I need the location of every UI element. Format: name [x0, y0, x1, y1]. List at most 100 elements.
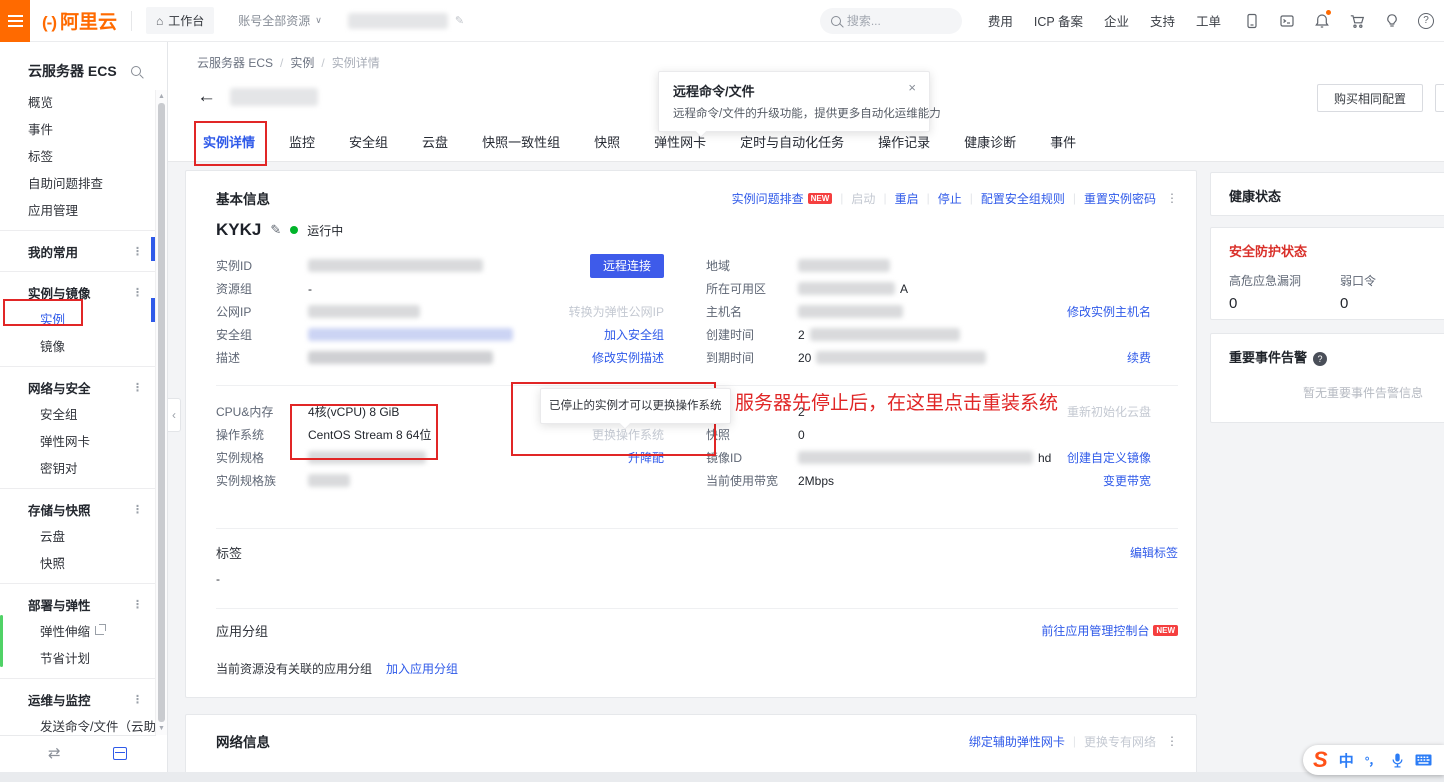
sidebar-item-disks[interactable]: 云盘 [0, 524, 155, 551]
more-actions-kebab-icon[interactable]: ⋮ [1166, 734, 1178, 748]
stop-link[interactable]: 停止 [938, 190, 962, 207]
sidebar-item-overview[interactable]: 概览 [0, 90, 155, 117]
sidebar-item-autoscaling[interactable]: 弹性伸缩 [0, 619, 155, 646]
breadcrumb-instances[interactable]: 实例 [290, 56, 314, 70]
help-icon[interactable]: ? [1418, 13, 1434, 29]
sidebar-item-tags[interactable]: 标签 [0, 144, 155, 171]
sidebar-group-deploy-elasticity[interactable]: 部署与弹性 ⋮ [0, 589, 155, 619]
join-app-group-link[interactable]: 加入应用分组 [386, 660, 458, 677]
notifications-bell-icon[interactable] [1313, 12, 1330, 29]
back-arrow-icon[interactable]: ← [197, 86, 216, 108]
more-actions-kebab-icon[interactable]: ⋮ [1166, 191, 1178, 205]
kebab-icon[interactable]: ⋮ [132, 245, 143, 258]
ime-punctuation-toggle[interactable]: °， [1365, 752, 1380, 769]
change-bandwidth-link[interactable]: 变更带宽 [1103, 472, 1151, 489]
tag-value: - [216, 572, 1196, 586]
microphone-icon[interactable] [1391, 753, 1404, 768]
goto-app-console-link[interactable]: 前往应用管理控制台 [1041, 624, 1149, 638]
edit-description-link[interactable]: 修改实例描述 [592, 349, 664, 366]
workbench-button[interactable]: ⌂ 工作台 [146, 7, 214, 34]
breadcrumb-ecs[interactable]: 云服务器 ECS [197, 56, 273, 70]
menu-item-ticket[interactable]: 工单 [1196, 11, 1221, 30]
sidebar-group-storage-snapshots[interactable]: 存储与快照 ⋮ [0, 494, 155, 524]
sidebar-scrollbar[interactable]: ▲ ▼ [155, 90, 167, 735]
sidebar-collapse-handle[interactable]: ‹ [168, 398, 181, 432]
sidebar-item-troubleshoot[interactable]: 自助问题排查 [0, 171, 155, 198]
refresh-button[interactable]: 刷新 [1435, 84, 1444, 112]
menu-item-support[interactable]: 支持 [1150, 11, 1175, 30]
sidebar-scrollbar-thumb[interactable] [158, 103, 165, 722]
lightbulb-icon[interactable] [1383, 12, 1400, 29]
sidebar-search-icon[interactable] [131, 66, 141, 76]
sidebar-item-images[interactable]: 镜像 [0, 334, 155, 361]
weak-password-label: 弱口令 [1340, 272, 1444, 289]
app-group-title: 应用分组 [216, 621, 268, 640]
renew-link[interactable]: 续费 [1127, 349, 1151, 366]
edit-hostname-link[interactable]: 修改实例主机名 [1067, 303, 1151, 320]
create-custom-image-link[interactable]: 创建自定义镜像 [1067, 449, 1151, 466]
tab-instance-detail[interactable]: 实例详情 [186, 126, 272, 161]
account-scope-dropdown[interactable]: 账号全部资源 ∨ [238, 12, 322, 29]
sidebar-group-favorites[interactable]: 我的常用 ⋮ [0, 236, 155, 266]
scroll-down-icon[interactable]: ▼ [156, 725, 167, 732]
upgrade-downgrade-link[interactable]: 升降配 [628, 449, 664, 466]
section-divider [216, 528, 1178, 529]
ime-mode-chinese[interactable]: 中 [1339, 750, 1354, 771]
sidebar-item-instances[interactable]: 实例 [0, 307, 155, 334]
scroll-up-icon[interactable]: ▲ [156, 93, 167, 100]
collapse-panel-icon[interactable] [113, 747, 127, 760]
kebab-icon[interactable]: ⋮ [132, 381, 143, 394]
sidebar-item-eni[interactable]: 弹性网卡 [0, 429, 155, 456]
tab-disk[interactable]: 云盘 [405, 126, 465, 161]
sidebar-item-savings-plan[interactable]: 节省计划 [0, 646, 155, 673]
image-id-redacted [798, 451, 1033, 464]
edit-name-pencil-icon[interactable]: ✎ [270, 222, 281, 238]
kebab-icon[interactable]: ⋮ [132, 693, 143, 706]
keyboard-icon[interactable] [1415, 754, 1432, 766]
kebab-icon[interactable]: ⋮ [132, 503, 143, 516]
remote-connect-button[interactable]: 远程连接 [590, 254, 664, 278]
mobile-app-icon[interactable] [1243, 12, 1260, 29]
sidebar-group-network-security[interactable]: 网络与安全 ⋮ [0, 372, 155, 402]
aliyun-logo-mark-icon: (-) [42, 13, 56, 33]
reboot-link[interactable]: 重启 [895, 190, 919, 207]
sogou-logo[interactable]: S [1313, 749, 1328, 771]
edit-tags-link[interactable]: 编辑标签 [1130, 544, 1178, 561]
account-edit-icon[interactable]: ✎ [455, 14, 464, 27]
configure-sg-rules-link[interactable]: 配置安全组规则 [981, 190, 1065, 207]
tab-security-group[interactable]: 安全组 [332, 126, 405, 161]
snapshot-count-link[interactable]: 0 [798, 428, 805, 442]
sidebar-item-app-management[interactable]: 应用管理 [0, 198, 155, 225]
tab-monitor[interactable]: 监控 [272, 126, 332, 161]
question-icon[interactable]: ? [1313, 352, 1327, 366]
menu-item-fee[interactable]: 费用 [988, 11, 1013, 30]
cloudshell-icon[interactable] [1278, 12, 1295, 29]
menu-item-icp[interactable]: ICP 备案 [1034, 11, 1083, 30]
tab-health-check[interactable]: 健康诊断 [947, 126, 1033, 161]
sidebar-item-events[interactable]: 事件 [0, 117, 155, 144]
reset-password-link[interactable]: 重置实例密码 [1084, 190, 1156, 207]
sidebar-group-instances-images[interactable]: 实例与镜像 ⋮ [0, 277, 155, 307]
tab-events[interactable]: 事件 [1033, 126, 1093, 161]
close-icon[interactable]: × [908, 80, 916, 95]
diagnose-link[interactable]: 实例问题排查 [732, 190, 804, 207]
tab-snapshot-group[interactable]: 快照一致性组 [465, 126, 577, 161]
cart-icon[interactable] [1348, 12, 1365, 29]
kebab-icon[interactable]: ⋮ [132, 598, 143, 611]
sidebar-group-ops-label: 运维与监控 [28, 690, 91, 709]
tab-snapshot[interactable]: 快照 [577, 126, 637, 161]
hamburger-menu-button[interactable] [0, 0, 30, 42]
swap-icon[interactable]: ⇄ [48, 744, 61, 762]
bind-secondary-eni-link[interactable]: 绑定辅助弹性网卡 [969, 733, 1065, 750]
sidebar-item-security-groups[interactable]: 安全组 [0, 402, 155, 429]
kebab-icon[interactable]: ⋮ [132, 286, 143, 299]
sidebar-item-keypairs[interactable]: 密钥对 [0, 456, 155, 483]
menu-item-enterprise[interactable]: 企业 [1104, 11, 1129, 30]
buy-same-config-button[interactable]: 购买相同配置 [1317, 84, 1423, 112]
sidebar-item-snapshots[interactable]: 快照 [0, 551, 155, 578]
topbar: (-) 阿里云 ⌂ 工作台 账号全部资源 ∨ ✎ 搜索... 费用 ICP 备案… [0, 0, 1444, 42]
sidebar-group-ops-monitoring[interactable]: 运维与监控 ⋮ [0, 684, 155, 714]
global-search-input[interactable]: 搜索... [820, 8, 962, 34]
aliyun-logo[interactable]: (-) 阿里云 [42, 7, 117, 34]
join-security-group-link[interactable]: 加入安全组 [604, 326, 664, 343]
